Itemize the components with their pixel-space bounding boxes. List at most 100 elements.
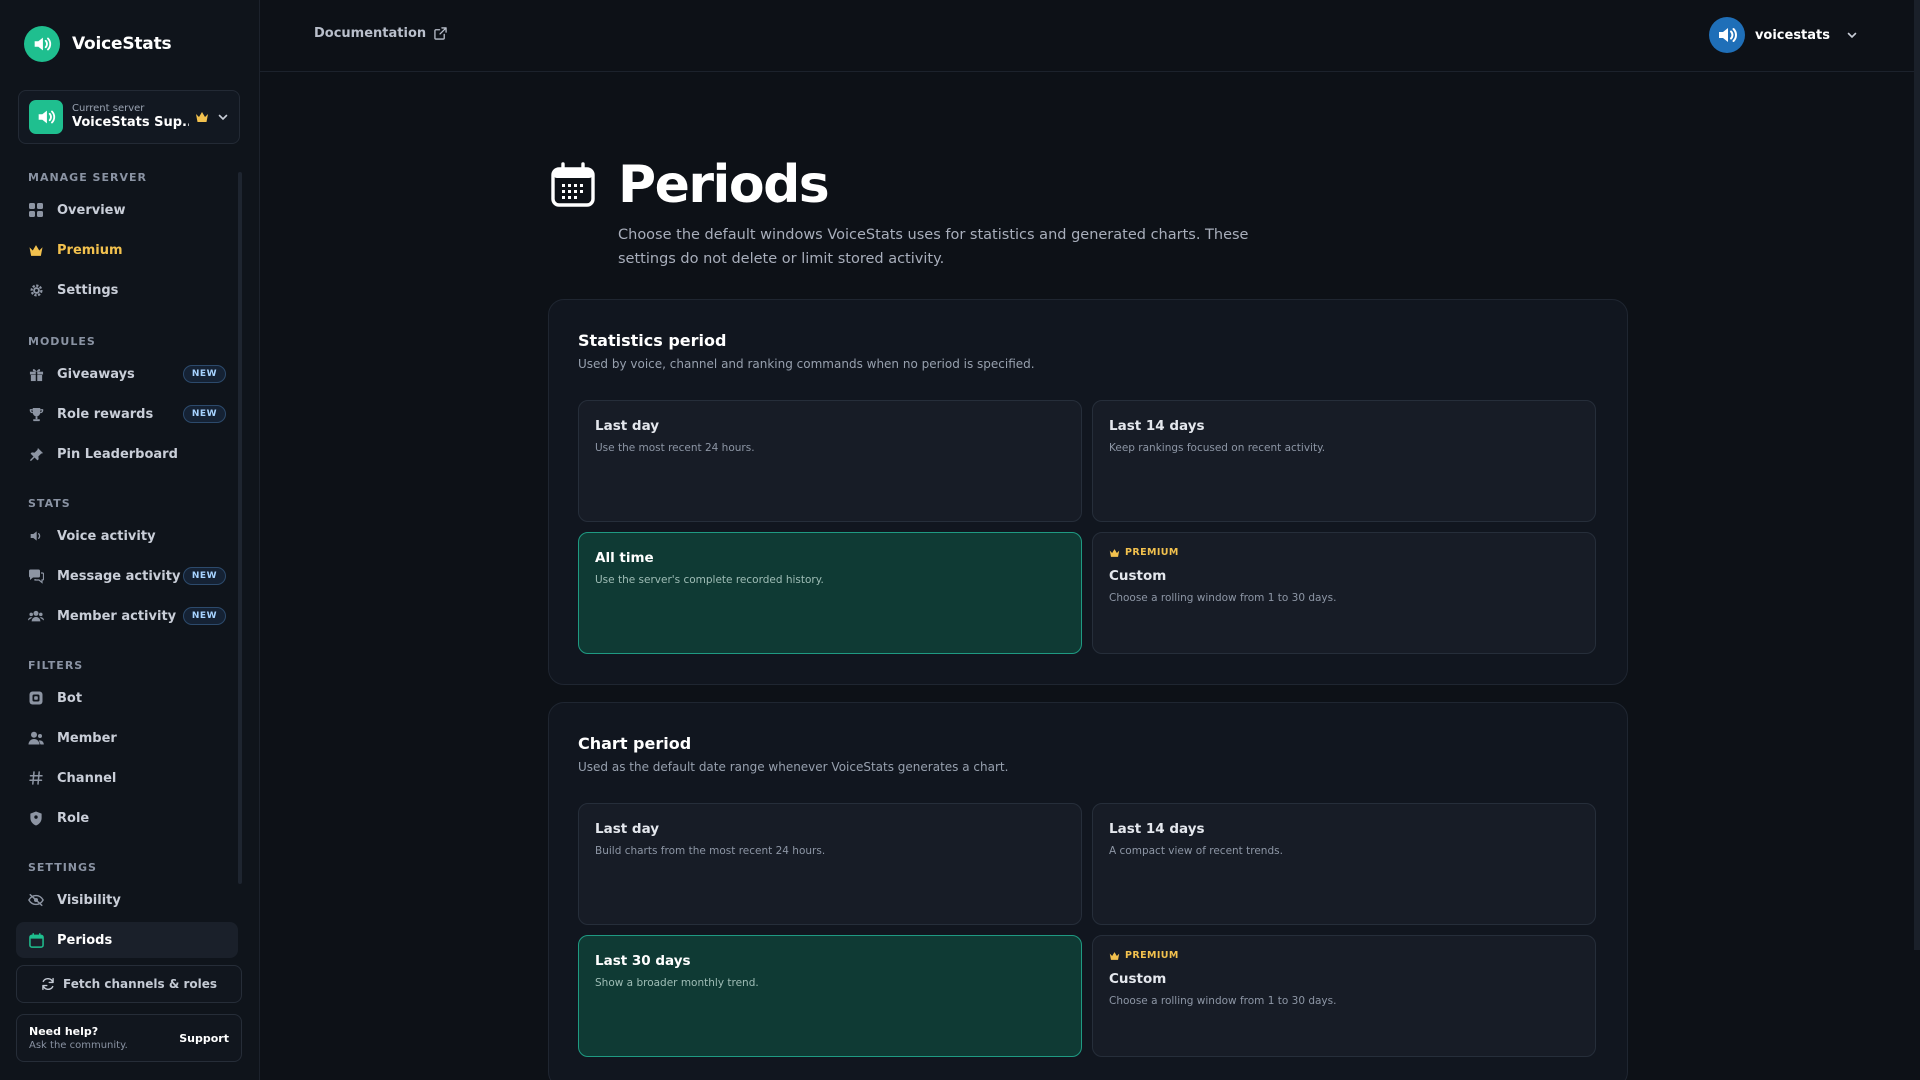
premium-tag: PREMIUM: [1109, 950, 1579, 961]
sidebar-item-premium[interactable]: Premium: [16, 232, 238, 268]
sidebar-item-settings[interactable]: Settings: [16, 272, 238, 308]
sidebar-item-member[interactable]: Member: [16, 720, 238, 756]
option-description: Show a broader monthly trend.: [595, 977, 759, 989]
sidebar-item-pin-leaderboard[interactable]: Pin Leaderboard: [16, 436, 238, 472]
sidebar-item-label: Visibility: [57, 892, 121, 908]
stat-option-last-14-days[interactable]: Last 14 days Keep rankings focused on re…: [1092, 400, 1596, 522]
server-selector[interactable]: Current server VoiceStats Sup...: [18, 90, 240, 144]
option-title: Custom: [1109, 568, 1167, 584]
sidebar-item-giveaways[interactable]: Giveaways NEW: [16, 356, 238, 392]
new-badge: NEW: [182, 405, 226, 423]
sidebar-item-visibility[interactable]: Visibility: [16, 882, 238, 918]
gear-icon: [28, 282, 44, 298]
section-title-settings: SETTINGS: [28, 861, 97, 874]
user-icon: [28, 730, 44, 746]
crown-icon: [1109, 951, 1120, 961]
premium-tag-label: PREMIUM: [1125, 547, 1179, 558]
chevron-down-icon: [1846, 29, 1858, 41]
option-description: Keep rankings focused on recent activity…: [1109, 442, 1326, 454]
option-title: Last 14 days: [1109, 821, 1205, 837]
sidebar-item-label: Role: [57, 810, 90, 826]
new-badge: NEW: [182, 567, 226, 585]
users-icon: [28, 608, 44, 624]
section-title-stats: STATS: [28, 497, 71, 510]
stat-option-custom[interactable]: PREMIUM Custom Choose a rolling window f…: [1092, 532, 1596, 654]
support-link[interactable]: Support: [179, 1032, 229, 1045]
hashtag-icon: [28, 770, 44, 786]
new-badge: NEW: [182, 607, 226, 625]
statistics-period-options: Last day Use the most recent 24 hours. L…: [578, 400, 1598, 654]
topbar: Documentation voicestats: [260, 0, 1920, 72]
page-description: Choose the default windows VoiceStats us…: [618, 227, 1249, 267]
calendar-icon: [28, 932, 44, 948]
chevron-down-icon: [217, 111, 229, 123]
brand[interactable]: VoiceStats: [24, 26, 172, 62]
sidebar-item-member-activity[interactable]: Member activity NEW: [16, 598, 238, 634]
avatar: [1708, 17, 1745, 53]
help-text: Need help? Ask the community.: [29, 1025, 179, 1052]
sidebar-item-periods[interactable]: Periods: [16, 922, 238, 958]
sidebar-item-bot[interactable]: Bot: [16, 680, 238, 716]
sidebar-item-role[interactable]: Role: [16, 800, 238, 836]
sidebar-scrollbar[interactable]: [238, 172, 242, 884]
sidebar-item-label: Premium: [57, 242, 123, 258]
sidebar-item-label: Bot: [57, 690, 83, 706]
sidebar-item-label: Member: [57, 730, 117, 746]
sidebar-item-label: Overview: [57, 202, 126, 218]
card-title: Statistics period: [578, 331, 727, 350]
speaker-icon: [28, 528, 44, 544]
section-title-modules: MODULES: [28, 335, 96, 348]
sidebar-nav: MANAGE SERVER Overview Premium Settings: [16, 168, 238, 958]
speaker-logo-icon: [24, 26, 60, 62]
app-root: VoiceStats Current server VoiceStats Sup…: [0, 0, 1920, 1080]
crown-icon: [1109, 548, 1120, 558]
card-subtitle: Used as the default date range whenever …: [578, 760, 1009, 774]
stat-option-all-time[interactable]: All time Use the server's complete recor…: [578, 532, 1082, 654]
option-description: Use the server's complete recorded histo…: [595, 574, 824, 586]
sidebar-item-voice-activity[interactable]: Voice activity: [16, 518, 238, 554]
chart-period-card: Chart period Used as the default date ra…: [548, 702, 1628, 1080]
brand-name: VoiceStats: [72, 34, 172, 54]
chart-option-last-30-days[interactable]: Last 30 days Show a broader monthly tren…: [578, 935, 1082, 1057]
sidebar-item-channel[interactable]: Channel: [16, 760, 238, 796]
sidebar: VoiceStats Current server VoiceStats Sup…: [0, 0, 260, 1080]
external-link-icon: [434, 27, 447, 40]
sidebar-item-label: Member activity: [57, 608, 177, 624]
sidebar-item-overview[interactable]: Overview: [16, 192, 238, 228]
documentation-link[interactable]: Documentation: [314, 26, 447, 41]
option-title: Last day: [595, 821, 660, 837]
option-description: Use the most recent 24 hours.: [595, 442, 755, 454]
server-name: VoiceStats Sup...: [72, 115, 189, 130]
sidebar-item-label: Role rewards: [57, 406, 154, 422]
premium-tag-label: PREMIUM: [1125, 950, 1179, 961]
page-header: Periods Choose the default windows Voice…: [550, 155, 1268, 271]
chart-option-last-day[interactable]: Last day Build charts from the most rece…: [578, 803, 1082, 925]
sidebar-item-label: Message activity: [57, 568, 181, 584]
chart-period-options: Last day Build charts from the most rece…: [578, 803, 1598, 1057]
premium-tag: PREMIUM: [1109, 547, 1579, 558]
gift-icon: [28, 366, 44, 382]
fetch-label: Fetch channels & roles: [62, 977, 218, 991]
fetch-channels-roles-button[interactable]: Fetch channels & roles: [16, 965, 242, 1003]
help-box: Need help? Ask the community. Support: [16, 1014, 242, 1062]
shield-icon: [28, 810, 44, 826]
chat-icon: [28, 568, 44, 584]
main-content: Documentation voicestats Periods Choose …: [260, 0, 1920, 1080]
page-scrollbar[interactable]: [1914, 0, 1920, 950]
stat-option-last-day[interactable]: Last day Use the most recent 24 hours.: [578, 400, 1082, 522]
sidebar-item-label: Voice activity: [57, 528, 156, 544]
pin-icon: [28, 446, 44, 462]
option-description: A compact view of recent trends.: [1109, 845, 1283, 857]
user-menu[interactable]: voicestats: [1708, 17, 1858, 53]
page-title: Periods: [618, 155, 830, 215]
sidebar-item-role-rewards[interactable]: Role rewards NEW: [16, 396, 238, 432]
chart-option-last-14-days[interactable]: Last 14 days A compact view of recent tr…: [1092, 803, 1596, 925]
chart-option-custom[interactable]: PREMIUM Custom Choose a rolling window f…: [1092, 935, 1596, 1057]
sidebar-item-label: Channel: [57, 770, 117, 786]
trophy-icon: [28, 406, 44, 422]
documentation-label: Documentation: [314, 26, 427, 41]
server-text: Current server VoiceStats Sup...: [72, 103, 189, 131]
option-description: Choose a rolling window from 1 to 30 day…: [1109, 592, 1337, 604]
option-description: Build charts from the most recent 24 hou…: [595, 845, 826, 857]
sidebar-item-message-activity[interactable]: Message activity NEW: [16, 558, 238, 594]
